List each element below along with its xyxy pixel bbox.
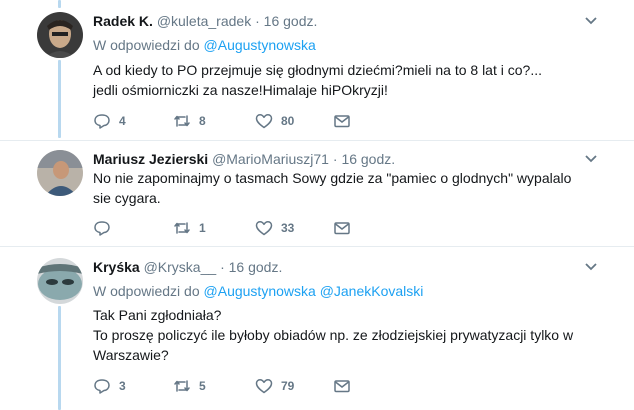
retweet-icon bbox=[174, 222, 190, 234]
tweet-text-line: sie cygara. bbox=[93, 190, 161, 206]
author-name[interactable]: Kryśka bbox=[93, 259, 140, 275]
like-count: 79 bbox=[281, 379, 295, 393]
tweet-divider bbox=[0, 140, 634, 141]
chevron-down-icon[interactable] bbox=[584, 16, 598, 26]
envelope-icon bbox=[334, 380, 350, 393]
author-handle[interactable]: @MarioMariuszj71 bbox=[212, 151, 329, 167]
separator-dot: · bbox=[332, 151, 338, 167]
retweet-button[interactable]: 8 bbox=[173, 111, 206, 131]
author-name[interactable]: Mariusz Jezierski bbox=[93, 151, 208, 167]
tweet-text-line: A od kiedy to PO przejmuje się głodnymi … bbox=[93, 62, 542, 78]
separator-dot: · bbox=[220, 259, 225, 275]
dm-button[interactable] bbox=[333, 376, 351, 396]
retweet-count: 5 bbox=[199, 379, 206, 393]
author-handle[interactable]: @kuleta_radek bbox=[157, 13, 251, 29]
thread-line bbox=[58, 60, 61, 138]
chevron-down-icon[interactable] bbox=[584, 262, 598, 272]
heart-icon bbox=[255, 221, 273, 236]
tweet-timestamp[interactable]: 16 godz. bbox=[264, 13, 318, 29]
tweet-header: Mariusz Jezierski @MarioMariuszj71 · 16 … bbox=[93, 150, 395, 168]
retweet-button[interactable]: 1 bbox=[173, 218, 206, 238]
tweet-text-line: Tak Pani zgłodniała? bbox=[93, 307, 222, 323]
avatar[interactable] bbox=[37, 12, 83, 58]
reply-button[interactable]: 3 bbox=[93, 376, 126, 396]
like-button[interactable]: 80 bbox=[255, 111, 294, 131]
tweet-text: A od kiedy to PO przejmuje się głodnymi … bbox=[93, 60, 593, 100]
reply-prefix: W odpowiedzi do bbox=[93, 283, 200, 299]
reply-count: 4 bbox=[119, 114, 126, 128]
retweet-count: 8 bbox=[199, 114, 206, 128]
author-handle[interactable]: @Kryska__ bbox=[144, 259, 217, 275]
reply-context: W odpowiedzi do @Augustynowska bbox=[93, 36, 316, 54]
retweet-icon bbox=[174, 115, 190, 127]
heart-icon bbox=[255, 379, 273, 394]
tweet-timestamp[interactable]: 16 godz. bbox=[341, 151, 395, 167]
reply-context: W odpowiedzi do @Augustynowska @JanekKov… bbox=[93, 282, 423, 300]
reply-icon bbox=[94, 114, 110, 129]
avatar-image-kryska bbox=[37, 258, 83, 304]
avatar-image-radek bbox=[37, 12, 83, 58]
like-button[interactable]: 33 bbox=[255, 218, 294, 238]
retweet-icon bbox=[174, 380, 190, 392]
avatar[interactable] bbox=[37, 258, 83, 304]
retweet-count: 1 bbox=[199, 221, 206, 235]
reply-prefix: W odpowiedzi do bbox=[93, 37, 200, 53]
thread-line bbox=[58, 306, 61, 410]
dm-button[interactable] bbox=[333, 111, 351, 131]
avatar[interactable] bbox=[37, 150, 83, 196]
mention-link[interactable]: @Augustynowska bbox=[204, 283, 316, 299]
tweet-text-line: Warszawie? bbox=[93, 347, 169, 363]
reply-icon bbox=[94, 221, 110, 236]
dm-button[interactable] bbox=[333, 218, 351, 238]
mention-link[interactable]: @Augustynowska bbox=[204, 37, 316, 53]
heart-icon bbox=[255, 114, 273, 129]
tweet-timestamp[interactable]: 16 godz. bbox=[229, 259, 283, 275]
avatar-image-mariusz bbox=[37, 150, 83, 196]
like-count: 33 bbox=[281, 221, 295, 235]
tweet-header: Radek K. @kuleta_radek · 16 godz. bbox=[93, 12, 317, 30]
tweet-text-line: To proszę policzyć ile byłoby obiadów np… bbox=[93, 327, 574, 343]
tweet-text: Tak Pani zgłodniała? To proszę policzyć … bbox=[93, 305, 593, 365]
chevron-down-icon[interactable] bbox=[584, 154, 598, 164]
separator-dot: · bbox=[255, 13, 260, 29]
tweet-text-line: No nie zapominajmy o tasmach Sowy gdzie … bbox=[93, 170, 572, 186]
retweet-button[interactable]: 5 bbox=[173, 376, 206, 396]
tweet-text-line: jedli ośmiorniczki za nasze!Himalaje hiP… bbox=[93, 82, 388, 98]
author-name[interactable]: Radek K. bbox=[93, 13, 153, 29]
tweet-text: No nie zapominajmy o tasmach Sowy gdzie … bbox=[93, 168, 593, 208]
mention-link[interactable]: @JanekKovalski bbox=[320, 283, 424, 299]
reply-button[interactable] bbox=[93, 218, 119, 238]
envelope-icon bbox=[334, 115, 350, 128]
reply-icon bbox=[94, 379, 110, 394]
reply-count: 3 bbox=[119, 379, 126, 393]
tweet-divider bbox=[0, 246, 634, 247]
envelope-icon bbox=[334, 222, 350, 235]
tweet-header: Kryśka @Kryska__ · 16 godz. bbox=[93, 258, 282, 276]
like-count: 80 bbox=[281, 114, 295, 128]
reply-button[interactable]: 4 bbox=[93, 111, 126, 131]
thread-line-top bbox=[58, 0, 61, 8]
like-button[interactable]: 79 bbox=[255, 376, 294, 396]
